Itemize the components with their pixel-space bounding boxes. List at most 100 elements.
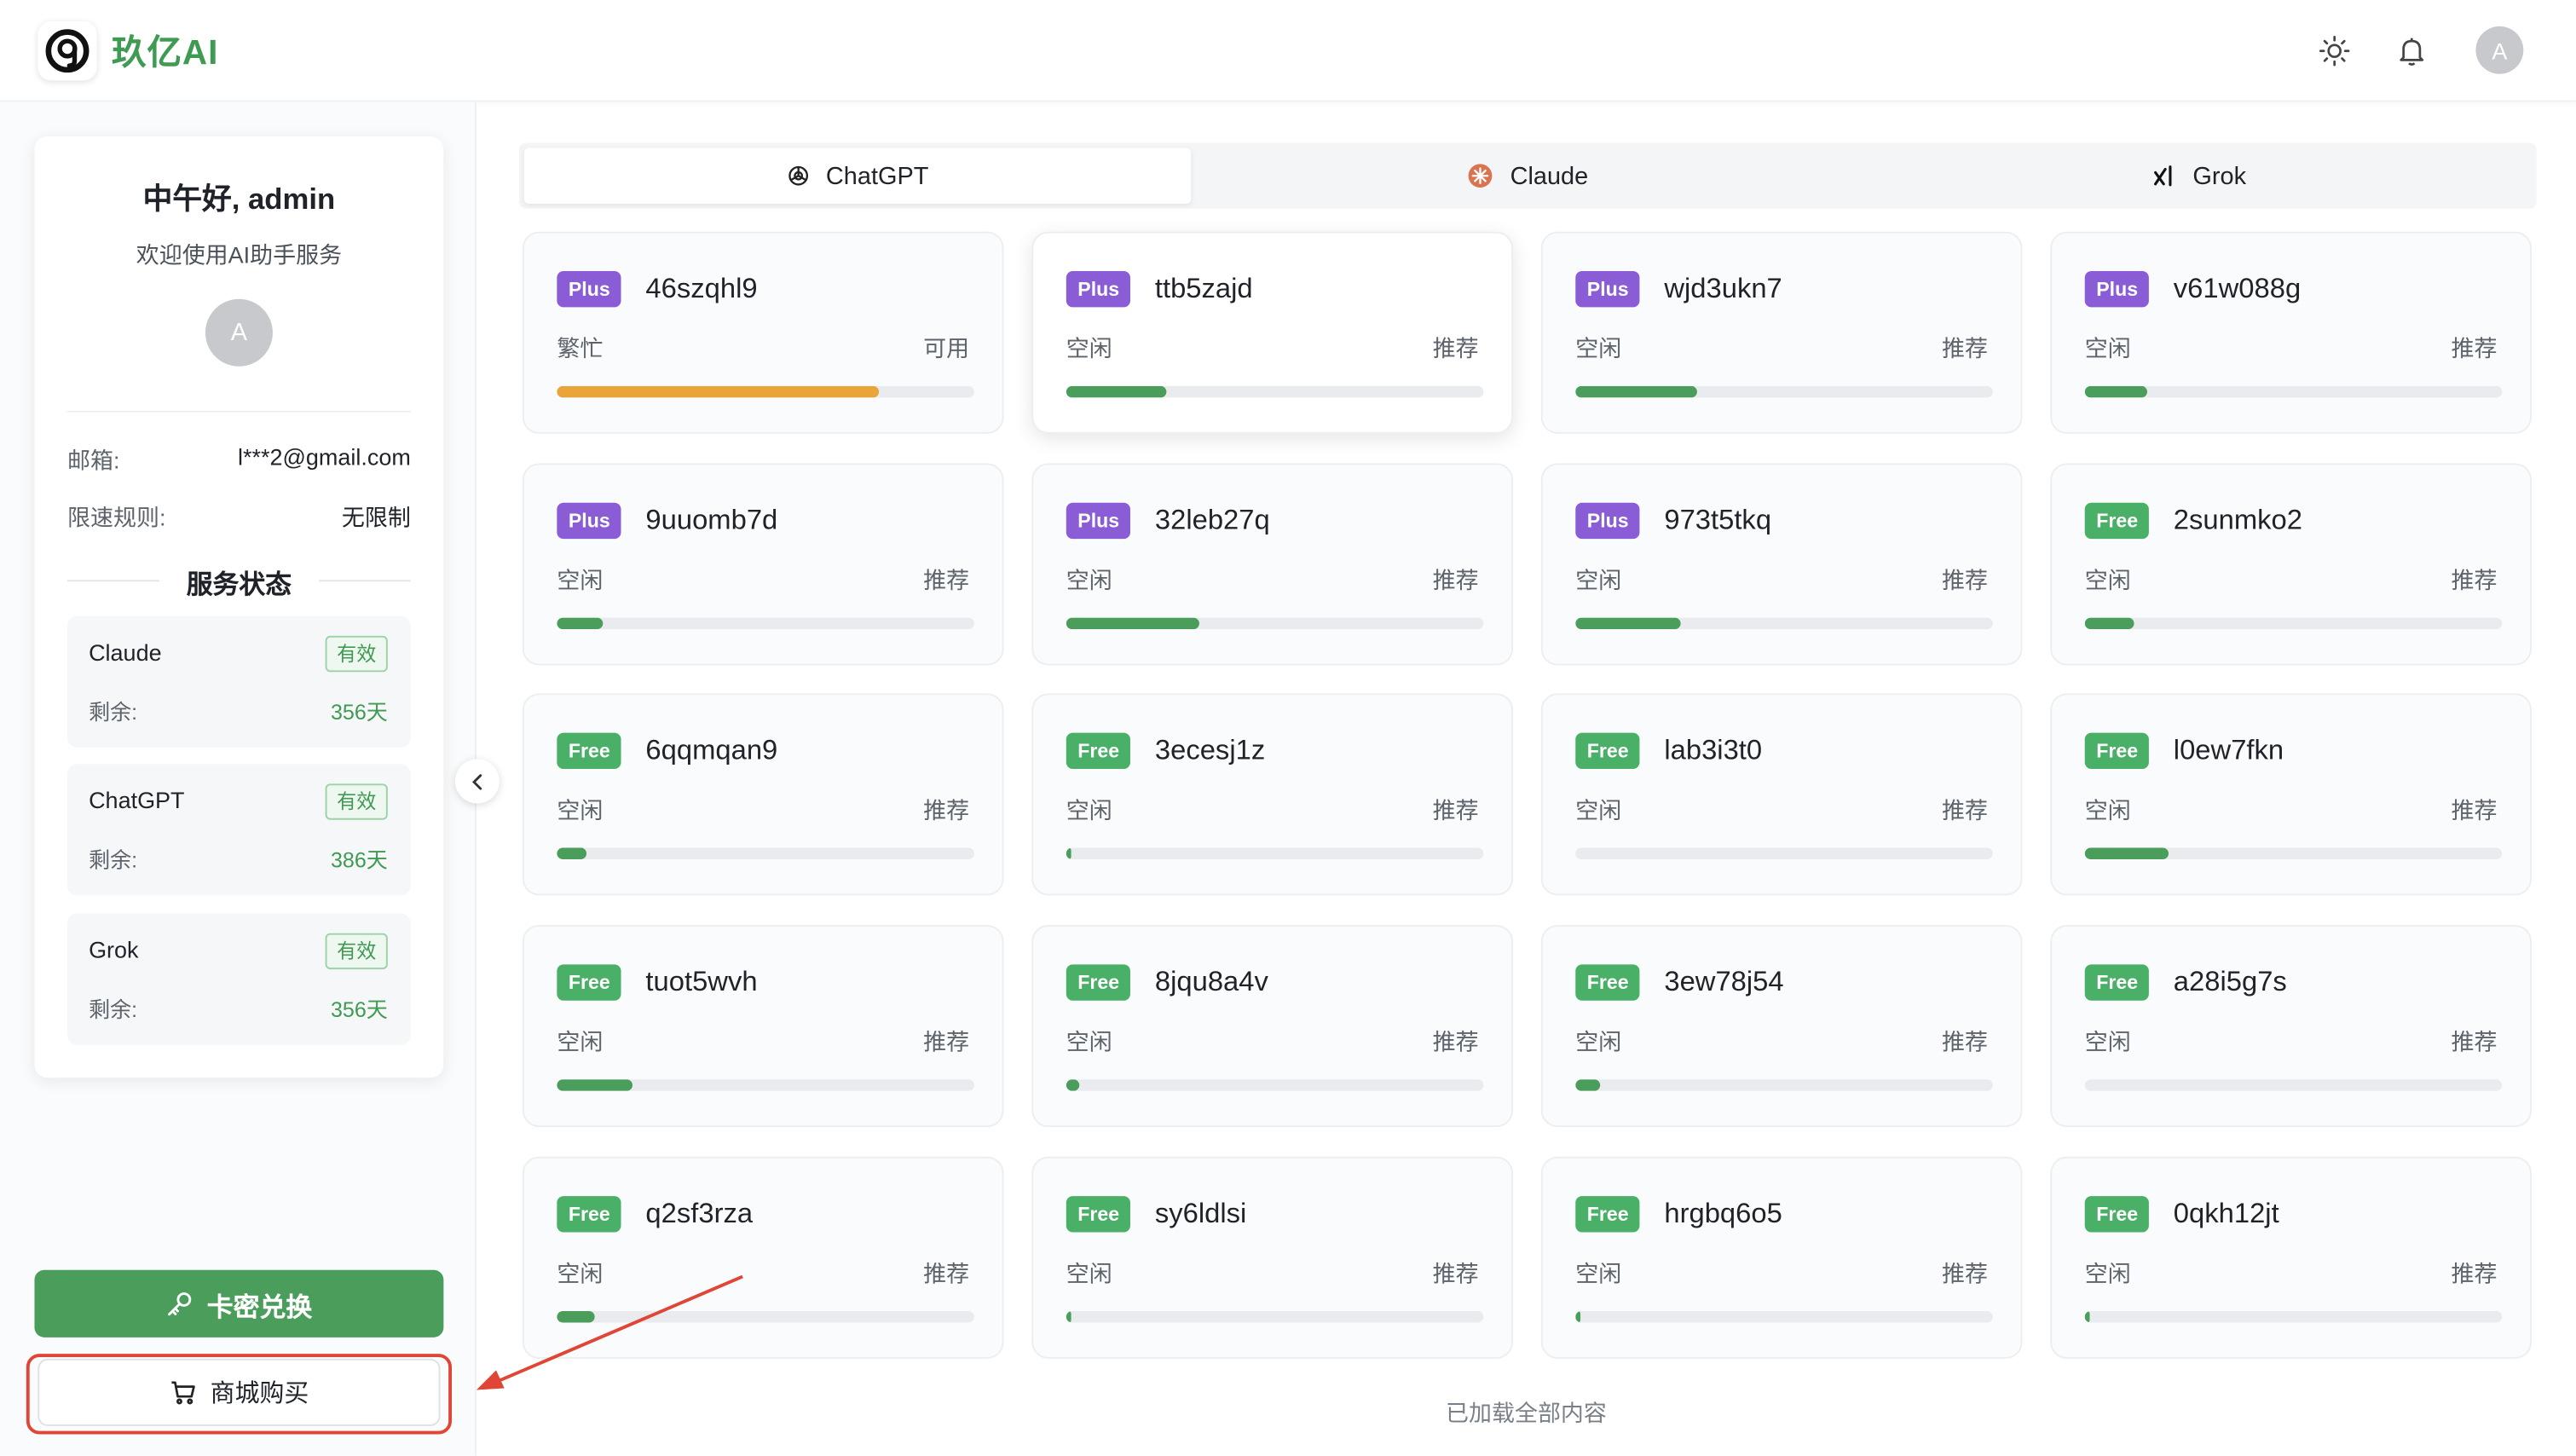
- account-card[interactable]: Free lab3i3t0 空闲 推荐: [1540, 693, 2023, 896]
- account-status: 空闲: [557, 566, 604, 593]
- account-tag: 推荐: [1942, 335, 1989, 362]
- load-bar: [557, 1079, 974, 1091]
- account-name: tuot5wvh: [645, 966, 758, 997]
- service-name: ChatGPT: [89, 787, 185, 814]
- account-tag: 推荐: [1942, 796, 1989, 823]
- account-card[interactable]: Plus 46szqhl9 繁忙 可用: [522, 231, 1004, 434]
- account-tag: 推荐: [2451, 566, 2498, 593]
- account-card[interactable]: Free hrgbq6o5 空闲 推荐: [1540, 1156, 2023, 1359]
- tier-badge: Free: [1575, 964, 1641, 1001]
- account-card[interactable]: Free tuot5wvh 空闲 推荐: [522, 925, 1004, 1128]
- bell-icon[interactable]: [2390, 30, 2433, 72]
- load-complete-note: 已加载全部内容: [1446, 1400, 1607, 1426]
- tier-badge: Free: [1575, 1196, 1641, 1233]
- load-bar: [2084, 1079, 2503, 1091]
- load-bar: [1575, 617, 1993, 630]
- logo[interactable]: [38, 21, 97, 81]
- status-badge: 有效: [325, 933, 388, 970]
- account-tag: 推荐: [1942, 1260, 1989, 1287]
- load-bar-fill: [2084, 847, 2169, 859]
- load-bar: [1066, 1310, 1484, 1323]
- account-status: 空闲: [1066, 335, 1112, 362]
- account-card[interactable]: Free 2sunmko2 空闲 推荐: [2050, 463, 2532, 666]
- load-bar: [1575, 1310, 1993, 1323]
- account-tag: 推荐: [923, 796, 970, 823]
- account-card[interactable]: Plus 9uuomb7d 空闲 推荐: [522, 463, 1004, 666]
- tab-chatgpt[interactable]: ChatGPT: [523, 147, 1192, 204]
- account-status: 空闲: [1575, 796, 1622, 823]
- account-card[interactable]: Plus 973t5tkq 空闲 推荐: [1540, 463, 2023, 666]
- load-bar: [1066, 617, 1484, 630]
- load-bar-fill: [2084, 1310, 2090, 1323]
- tier-badge: Plus: [557, 502, 622, 540]
- account-card[interactable]: Free 0qkh12jt 空闲 推荐: [2050, 1156, 2532, 1359]
- load-bar: [2084, 847, 2503, 859]
- account-status: 空闲: [2084, 335, 2131, 362]
- tier-badge: Free: [2084, 732, 2150, 769]
- collapse-sidebar-button[interactable]: [454, 759, 500, 804]
- remaining-value: 386天: [330, 847, 388, 873]
- model-tabs: ChatGPT Claude Grok: [519, 142, 2537, 209]
- account-status: 繁忙: [557, 335, 604, 362]
- account-status: 空闲: [1066, 1260, 1112, 1287]
- load-bar: [2084, 385, 2503, 398]
- account-card[interactable]: Plus v61w088g 空闲 推荐: [2050, 231, 2532, 434]
- key-icon: [168, 1292, 192, 1316]
- account-card[interactable]: Free 8jqu8a4v 空闲 推荐: [1031, 925, 1514, 1128]
- account-card[interactable]: Free q2sf3rza 空闲 推荐: [522, 1156, 1004, 1359]
- account-name: 2sunmko2: [2173, 504, 2302, 536]
- account-name: sy6ldlsi: [1154, 1197, 1247, 1229]
- account-status: 空闲: [1575, 335, 1622, 362]
- email-value: l***2@gmail.com: [237, 443, 411, 471]
- load-bar-fill: [557, 385, 879, 398]
- account-name: hrgbq6o5: [1664, 1197, 1782, 1229]
- account-card[interactable]: Plus 32leb27q 空闲 推荐: [1031, 463, 1514, 666]
- tier-badge: Plus: [1066, 502, 1131, 540]
- account-name: a28i5g7s: [2173, 966, 2287, 997]
- account-tag: 推荐: [2451, 335, 2498, 362]
- account-card[interactable]: Free 6qqmqan9 空闲 推荐: [522, 693, 1004, 896]
- account-status: 空闲: [557, 796, 604, 823]
- redeem-label: 卡密兑换: [206, 1293, 313, 1322]
- load-bar-fill: [1575, 1310, 1581, 1323]
- load-bar-fill: [557, 1079, 632, 1091]
- account-card[interactable]: Free 3ew78j54 空闲 推荐: [1540, 925, 2023, 1128]
- remaining-value: 356天: [330, 700, 388, 725]
- account-card[interactable]: Free sy6ldlsi 空闲 推荐: [1031, 1156, 1514, 1359]
- load-bar: [1066, 847, 1484, 859]
- tier-badge: Free: [1575, 732, 1641, 769]
- tab-claude[interactable]: Claude: [1194, 147, 1861, 204]
- service-status-heading: 服务状态: [67, 562, 411, 599]
- tier-badge: Plus: [1575, 271, 1641, 308]
- account-tag: 推荐: [1432, 1260, 1479, 1287]
- account-card[interactable]: Free l0ew7fkn 空闲 推荐: [2050, 693, 2532, 896]
- remaining-label: 剩余:: [89, 700, 138, 725]
- tab-grok[interactable]: Grok: [1864, 147, 2531, 204]
- account-card[interactable]: Plus ttb5zajd 空闲 推荐: [1031, 231, 1514, 434]
- user-avatar[interactable]: A: [2475, 26, 2524, 74]
- tier-badge: Free: [1066, 732, 1131, 769]
- theme-sun-icon[interactable]: [2313, 30, 2356, 72]
- account-card[interactable]: Plus wjd3ukn7 空闲 推荐: [1540, 231, 2023, 434]
- rate-row: 限速规则: 无限制: [67, 501, 411, 534]
- account-card[interactable]: Free 3ecesj1z 空闲 推荐: [1031, 693, 1514, 896]
- load-bar-fill: [1575, 1079, 1601, 1091]
- account-status: 空闲: [1575, 1260, 1622, 1287]
- account-status: 空闲: [1575, 566, 1622, 593]
- account-tag: 推荐: [1432, 335, 1479, 362]
- remaining-label: 剩余:: [89, 847, 138, 873]
- account-card[interactable]: Free a28i5g7s 空闲 推荐: [2050, 925, 2532, 1128]
- profile-card: 中午好, admin 欢迎使用AI助手服务 A 邮箱: l***2@gmail.…: [34, 136, 444, 1078]
- sidebar: 中午好, admin 欢迎使用AI助手服务 A 邮箱: l***2@gmail.…: [0, 101, 477, 1456]
- status-badge: 有效: [325, 635, 388, 673]
- load-bar-fill: [1575, 385, 1697, 398]
- account-status: 空闲: [2084, 796, 2131, 823]
- load-bar: [1575, 1079, 1993, 1091]
- chevron-left-icon: [471, 773, 482, 789]
- account-status: 空闲: [557, 1028, 604, 1055]
- redeem-card-button[interactable]: 卡密兑换: [34, 1269, 444, 1338]
- tier-badge: Plus: [1575, 502, 1641, 540]
- account-name: l0ew7fkn: [2173, 734, 2284, 766]
- load-bar-fill: [1066, 1079, 1079, 1091]
- remaining-label: 剩余:: [89, 997, 138, 1022]
